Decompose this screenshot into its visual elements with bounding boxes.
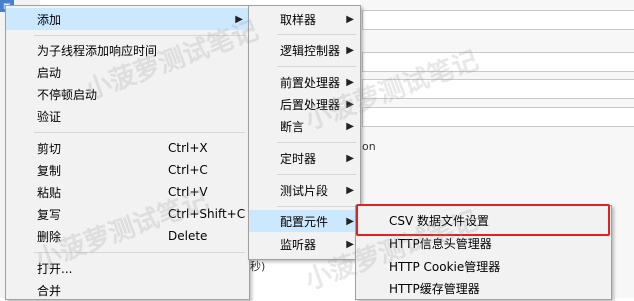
menu-item-label: 取样器 [280,12,317,27]
menu-item-label: 配置元件 [280,214,329,229]
submenu-item-pre-processor[interactable]: 前置处理器 ▶ [249,71,360,93]
submenu-item-test-fragment[interactable]: 测试片段 ▶ [249,179,360,201]
menu-item-label: 为子线程添加响应时间 [37,43,158,58]
menu-item-paste[interactable]: 粘贴 Ctrl+V [6,181,249,203]
menu-divider [34,35,245,36]
menu-item-label: 定时器 [280,151,317,166]
menu-divider [277,142,356,143]
menu-item-label: 前置处理器 [280,75,341,90]
submenu-item-assertions[interactable]: 断言 ▶ [249,115,360,137]
menu-item-label: 监听器 [280,237,317,252]
submenu-item-http-cookie-manager[interactable]: HTTP Cookie管理器 [356,255,611,277]
submenu-item-http-cache-manager[interactable]: HTTP缓存管理器 [356,277,611,299]
menu-item-duplicate[interactable]: 复写 Ctrl+Shift+C [6,203,249,225]
chevron-right-icon: ▶ [346,76,354,88]
menu-item-label: 添加 [37,12,62,27]
bg-text-field[interactable] [362,52,634,72]
add-submenu: 取样器 ▶ 逻辑控制器 ▶ 前置处理器 ▶ 后置处理器 ▶ 断言 ▶ 定时器 ▶… [248,5,361,260]
menu-item-label: 不停顿启动 [37,87,98,102]
submenu-item-timer[interactable]: 定时器 ▶ [249,147,360,169]
submenu-item-logic-controller[interactable]: 逻辑控制器 ▶ [249,39,360,61]
menu-divider [277,206,356,207]
menu-item-label: HTTP缓存管理器 [389,281,480,296]
submenu-item-listener[interactable]: 监听器 ▶ [249,233,360,255]
menu-item-label: 启动 [37,65,62,80]
menu-shortcut: Ctrl+Shift+C [168,207,246,221]
menu-item-label: 合并 [37,283,62,298]
bg-text-field[interactable] [362,107,634,127]
menu-item-add[interactable]: 添加 ▶ [6,8,249,30]
menu-item-label: 断言 [280,119,305,134]
bg-text-field[interactable] [362,10,634,30]
chevron-right-icon: ▶ [346,152,354,164]
menu-item-cut[interactable]: 剪切 Ctrl+X [6,137,249,159]
menu-shortcut: Ctrl+V [168,185,208,199]
chevron-right-icon: ▶ [346,44,354,56]
menu-divider [277,66,356,67]
chevron-right-icon: ▶ [346,184,354,196]
menu-item-label: 剪切 [37,141,62,156]
menu-item-label: 后置处理器 [280,97,341,112]
menu-item-label: 复制 [37,163,62,178]
context-menu: 添加 ▶ 为子线程添加响应时间 启动 不停顿启动 验证 剪切 Ctrl+X 复制… [5,5,250,300]
submenu-item-config-element[interactable]: 配置元件 ▶ [249,210,360,232]
menu-item-label: 逻辑控制器 [280,43,341,58]
chevron-right-icon: ▶ [346,238,354,250]
menu-item-open[interactable]: 打开... [6,257,249,279]
menu-item-copy[interactable]: 复制 Ctrl+C [6,159,249,181]
chevron-right-icon: ▶ [235,13,243,25]
menu-divider [277,34,356,35]
submenu-item-sampler[interactable]: 取样器 ▶ [249,8,360,30]
chevron-right-icon: ▶ [346,98,354,110]
chevron-right-icon: ▶ [346,215,354,227]
menu-shortcut: Ctrl+C [168,163,208,177]
menu-divider [34,252,245,253]
menu-item-label: HTTP信息头管理器 [389,236,492,251]
bg-text-field[interactable] [362,79,634,99]
menu-item-add-response-time[interactable]: 为子线程添加响应时间 [6,39,249,61]
menu-item-label: 验证 [37,109,62,124]
menu-shortcut: Ctrl+X [168,141,208,155]
menu-divider [34,132,245,133]
menu-item-validate[interactable]: 验证 [6,105,249,127]
bg-label: on [362,140,376,153]
menu-item-label: 复写 [37,207,62,222]
menu-item-label: 打开... [37,261,73,276]
menu-item-label: 粘贴 [37,185,62,200]
menu-item-start-no-pauses[interactable]: 不停顿启动 [6,83,249,105]
annotation-highlight-box [356,204,610,236]
chevron-right-icon: ▶ [346,13,354,25]
chevron-right-icon: ▶ [346,120,354,132]
menu-item-label: 删除 [37,229,62,244]
bg-label: 秒) [250,260,266,273]
menu-divider [277,174,356,175]
menu-item-label: 测试片段 [280,183,329,198]
menu-shortcut: Delete [168,229,208,243]
menu-item-delete[interactable]: 删除 Delete [6,225,249,247]
menu-item-label: HTTP Cookie管理器 [389,259,501,274]
menu-item-start[interactable]: 启动 [6,61,249,83]
submenu-item-post-processor[interactable]: 后置处理器 ▶ [249,93,360,115]
